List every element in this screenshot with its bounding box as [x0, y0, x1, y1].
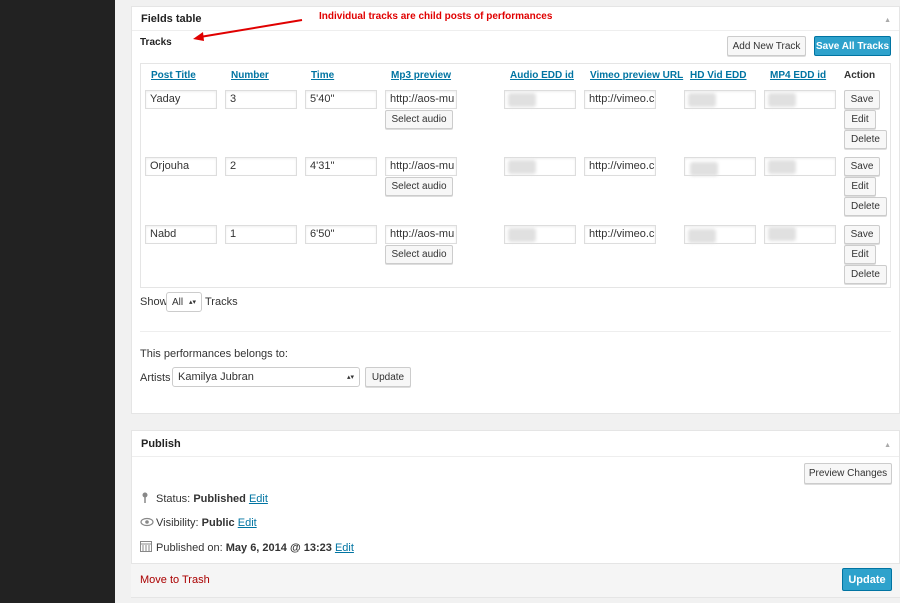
status-value: Published	[193, 493, 246, 505]
tracks-heading: Tracks	[140, 37, 172, 48]
row3-title-input[interactable]: Nabd	[145, 225, 217, 244]
col-audio-edd-id[interactable]: Audio EDD id	[510, 70, 574, 81]
row3-save-button[interactable]: Save	[844, 225, 880, 244]
row2-title-input[interactable]: Orjouha	[145, 157, 217, 176]
row3-mp3-input[interactable]: http://aos-mu	[385, 225, 457, 244]
row2-number-input[interactable]: 2	[225, 157, 297, 176]
select-arrows-icon: ▴▾	[346, 374, 354, 381]
col-mp4-edd-id[interactable]: MP4 EDD id	[770, 70, 826, 81]
redacted-value	[508, 228, 536, 242]
row2-edit-button[interactable]: Edit	[844, 177, 876, 196]
publish-title: Publish	[132, 431, 899, 457]
col-post-title[interactable]: Post Title	[151, 70, 196, 81]
row3-select-audio-button[interactable]: Select audio	[385, 245, 453, 264]
col-time[interactable]: Time	[311, 70, 334, 81]
published-edit-link[interactable]: Edit	[335, 542, 354, 554]
eye-icon	[140, 517, 154, 530]
add-new-track-button[interactable]: Add New Track	[727, 36, 806, 56]
show-suffix: Tracks	[205, 296, 238, 308]
belongs-label: This performances belongs to:	[140, 348, 288, 360]
admin-sidebar	[0, 0, 115, 603]
col-vimeo-preview-url[interactable]: Vimeo preview URL	[590, 70, 683, 81]
divider	[140, 331, 891, 332]
row3-time-input[interactable]: 6'50"	[305, 225, 377, 244]
move-to-trash-link[interactable]: Move to Trash	[140, 574, 210, 586]
redacted-value	[688, 93, 716, 107]
pin-icon	[140, 492, 152, 507]
calendar-icon	[140, 540, 152, 555]
visibility-line: Visibility: Public Edit	[156, 517, 257, 529]
col-hd-vid-edd[interactable]: HD Vid EDD	[690, 70, 747, 81]
visibility-value: Public	[201, 517, 235, 529]
row1-mp3-input[interactable]: http://aos-mu	[385, 90, 457, 109]
published-value: May 6, 2014 @ 13:23	[225, 542, 332, 554]
visibility-label: Visibility:	[156, 517, 199, 529]
row3-edit-button[interactable]: Edit	[844, 245, 876, 264]
select-arrows-icon: ▴▾	[188, 299, 196, 306]
row1-vimeo-input[interactable]: http://vimeo.c	[584, 90, 656, 109]
show-count-select[interactable]: All ▴▾	[166, 292, 202, 312]
row3-delete-button[interactable]: Delete	[844, 265, 887, 284]
annotation-note: Individual tracks are child posts of per…	[319, 11, 553, 22]
redacted-value	[508, 160, 536, 174]
row3-vimeo-input[interactable]: http://vimeo.c	[584, 225, 656, 244]
collapse-toggle-icon[interactable]: ▲	[884, 17, 891, 24]
artist-select[interactable]: Kamilya Jubran ▴▾	[172, 367, 360, 387]
row2-mp3-input[interactable]: http://aos-mu	[385, 157, 457, 176]
status-label: Status:	[156, 493, 191, 505]
col-number[interactable]: Number	[231, 70, 269, 81]
row2-save-button[interactable]: Save	[844, 157, 880, 176]
show-label: Show	[140, 296, 168, 308]
row1-number-input[interactable]: 3	[225, 90, 297, 109]
redacted-value	[690, 162, 718, 176]
visibility-edit-link[interactable]: Edit	[238, 517, 257, 529]
artist-update-button[interactable]: Update	[365, 367, 411, 387]
row1-delete-button[interactable]: Delete	[844, 130, 887, 149]
row2-select-audio-button[interactable]: Select audio	[385, 177, 453, 196]
collapse-toggle-icon[interactable]: ▲	[884, 442, 891, 449]
artist-value: Kamilya Jubran	[178, 371, 254, 383]
preview-changes-button[interactable]: Preview Changes	[804, 463, 892, 484]
row1-time-input[interactable]: 5'40"	[305, 90, 377, 109]
show-count-value: All	[172, 296, 184, 308]
publish-update-button[interactable]: Update	[842, 568, 892, 591]
artists-label: Artists	[140, 372, 171, 384]
row1-save-button[interactable]: Save	[844, 90, 880, 109]
row1-edit-button[interactable]: Edit	[844, 110, 876, 129]
save-all-tracks-button[interactable]: Save All Tracks	[814, 36, 891, 56]
row1-select-audio-button[interactable]: Select audio	[385, 110, 453, 129]
status-edit-link[interactable]: Edit	[249, 493, 268, 505]
annotation-arrow-icon	[193, 19, 303, 41]
col-action: Action	[844, 70, 876, 81]
publish-actions-bar	[131, 564, 900, 597]
published-on-line: Published on: May 6, 2014 @ 13:23 Edit	[156, 542, 354, 554]
redacted-value	[768, 93, 796, 107]
published-label: Published on:	[156, 542, 223, 554]
redacted-value	[508, 93, 536, 107]
status-line: Status: Published Edit	[156, 493, 268, 505]
row2-vimeo-input[interactable]: http://vimeo.c	[584, 157, 656, 176]
redacted-value	[768, 227, 796, 241]
row2-delete-button[interactable]: Delete	[844, 197, 887, 216]
row3-number-input[interactable]: 1	[225, 225, 297, 244]
col-mp3-preview[interactable]: Mp3 preview	[391, 70, 451, 81]
redacted-value	[688, 229, 716, 243]
row1-title-input[interactable]: Yaday	[145, 90, 217, 109]
redacted-value	[768, 160, 796, 174]
row2-time-input[interactable]: 4'31"	[305, 157, 377, 176]
